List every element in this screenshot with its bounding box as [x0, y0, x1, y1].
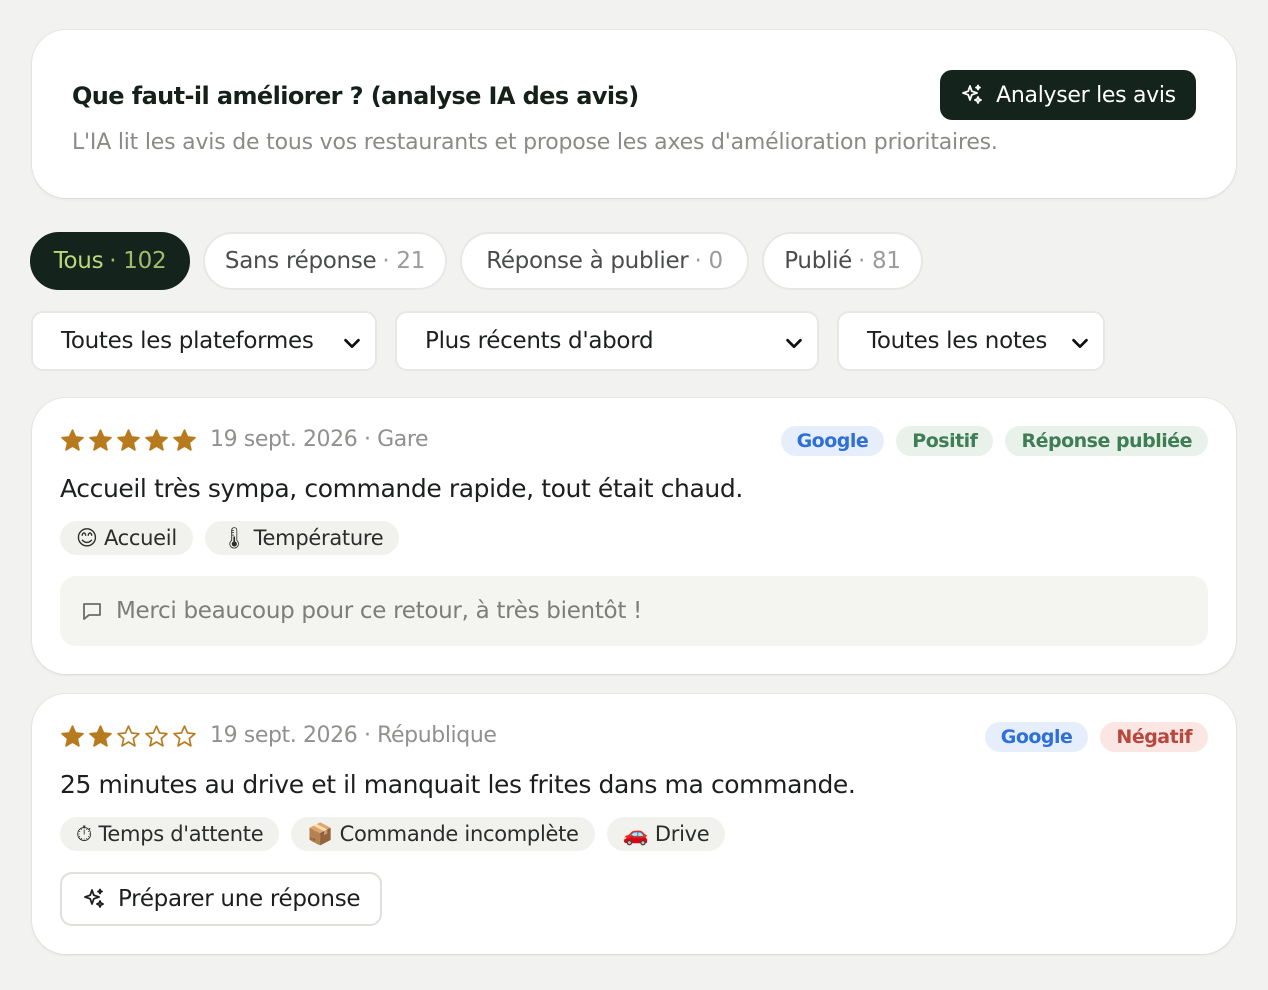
- tab-label: Réponse à publier: [486, 248, 689, 274]
- platform-badge: Google: [780, 426, 885, 456]
- review-tag: ⏱ Temps d'attente: [60, 817, 280, 851]
- reply-text: Merci beaucoup pour ce retour, à très bi…: [116, 598, 642, 624]
- sparkles-icon: [84, 888, 104, 908]
- sentiment-badge: Positif: [896, 426, 994, 456]
- chevron-down-icon: [786, 338, 802, 349]
- star-filled-icon: [89, 429, 112, 451]
- prepare-reply-button[interactable]: Préparer une réponse: [60, 872, 382, 926]
- tab-count: · 0: [694, 248, 723, 274]
- tab-count: · 81: [858, 248, 901, 274]
- star-filled-icon: [173, 429, 196, 451]
- chevron-down-icon: [344, 338, 360, 349]
- message-icon: [83, 603, 101, 620]
- tab-label: Publié: [784, 248, 853, 274]
- review-tag: 🚗 Drive: [606, 817, 726, 851]
- sort-select[interactable]: Plus récents d'abord: [395, 311, 819, 371]
- chevron-down-icon: [1072, 338, 1088, 349]
- review-badges: Google Positif Réponse publiée: [780, 426, 1208, 456]
- star-filled-icon: [145, 429, 168, 451]
- ai-analysis-card: Que faut-il améliorer ? (analyse IA des …: [32, 30, 1236, 198]
- review-meta: 19 sept. 2026 · Gare: [210, 427, 429, 452]
- rating-select-value: Toutes les notes: [867, 328, 1048, 354]
- rating-select[interactable]: Toutes les notes: [837, 311, 1105, 371]
- platform-select-value: Toutes les plateformes: [61, 328, 314, 354]
- tab-count: · 102: [109, 248, 167, 274]
- ai-card-description: L'IA lit les avis de tous vos restaurant…: [72, 130, 998, 155]
- review-card: 19 sept. 2026 · République Google Négati…: [32, 694, 1236, 954]
- sparkles-icon: [962, 84, 983, 104]
- tab-count: · 21: [382, 248, 426, 274]
- tab-label: Tous: [53, 248, 104, 274]
- star-rating: [60, 724, 197, 749]
- star-filled-icon: [61, 429, 84, 451]
- analyze-reviews-label: Analyser les avis: [996, 82, 1176, 108]
- star-empty-icon: [145, 725, 168, 747]
- sort-select-value: Plus récents d'abord: [425, 328, 654, 354]
- sentiment-badge: Négatif: [1100, 722, 1208, 752]
- star-filled-icon: [89, 725, 112, 747]
- star-rating: [60, 428, 197, 453]
- platform-select[interactable]: Toutes les plateformes: [31, 311, 377, 371]
- star-filled-icon: [117, 429, 140, 451]
- tab-all[interactable]: Tous · 102: [30, 232, 190, 290]
- ai-card-title: Que faut-il améliorer ? (analyse IA des …: [72, 82, 639, 110]
- review-tags: 😊 Accueil 🌡 Température: [60, 521, 400, 555]
- review-text: Accueil très sympa, commande rapide, tou…: [60, 474, 743, 503]
- prepare-reply-label: Préparer une réponse: [118, 886, 361, 912]
- review-tag: 📦 Commande incomplète: [291, 817, 595, 851]
- review-tag: 😊 Accueil: [60, 521, 193, 555]
- review-tags: ⏱ Temps d'attente 📦 Commande incomplète …: [60, 817, 726, 851]
- tab-label: Sans réponse: [224, 248, 377, 274]
- tab-published[interactable]: Publié · 81: [762, 232, 923, 290]
- review-badges: Google Négatif: [984, 722, 1208, 752]
- review-card: 19 sept. 2026 · Gare Google Positif Répo…: [32, 398, 1236, 674]
- tab-to-publish[interactable]: Réponse à publier · 0: [460, 232, 749, 290]
- star-empty-icon: [173, 725, 196, 747]
- tab-unanswered[interactable]: Sans réponse · 21: [203, 232, 447, 290]
- star-filled-icon: [61, 725, 84, 747]
- star-empty-icon: [117, 725, 140, 747]
- published-reply: Merci beaucoup pour ce retour, à très bi…: [60, 576, 1208, 646]
- analyze-reviews-button[interactable]: Analyser les avis: [940, 70, 1196, 120]
- review-meta: 19 sept. 2026 · République: [210, 723, 497, 748]
- status-badge: Réponse publiée: [1005, 426, 1208, 456]
- review-text: 25 minutes au drive et il manquait les f…: [60, 770, 856, 799]
- review-tag: 🌡 Température: [204, 521, 400, 555]
- platform-badge: Google: [984, 722, 1089, 752]
